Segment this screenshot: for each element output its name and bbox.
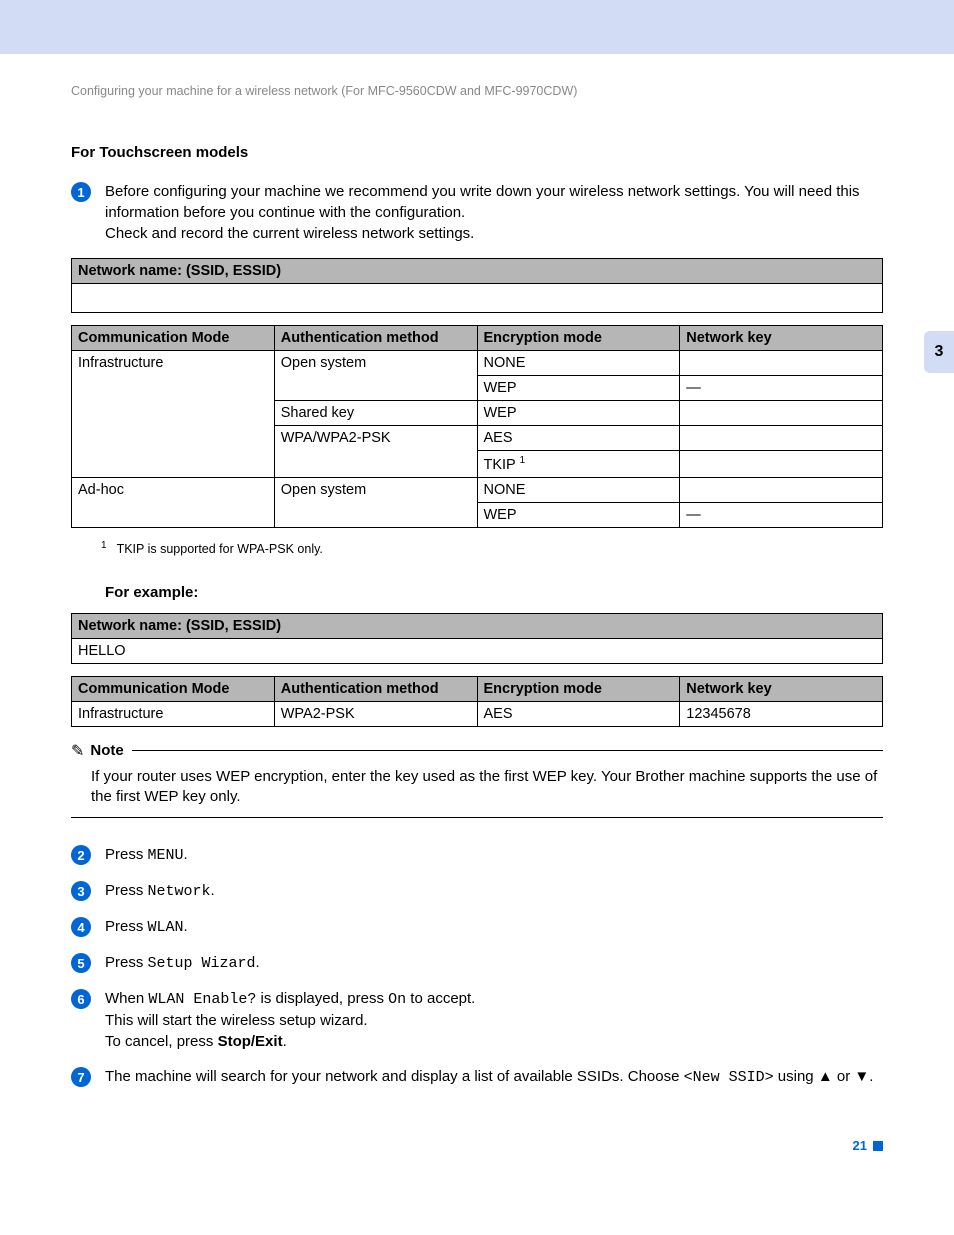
top-band [0, 0, 954, 54]
cell: WPA2-PSK [274, 701, 477, 726]
wlan-enable-label: WLAN Enable? [148, 991, 256, 1008]
cell: WEP [477, 401, 680, 426]
step-number-5: 5 [71, 953, 91, 973]
cell: — [680, 502, 883, 527]
new-ssid-label: <New SSID> [684, 1069, 774, 1086]
setup-wizard-label: Setup Wizard [148, 955, 256, 972]
cell: Open system [274, 477, 477, 527]
cell [680, 351, 883, 376]
ssid-table-example: Network name: (SSID, ESSID) HELLO [71, 613, 883, 664]
step-6: 6 When WLAN Enable? is displayed, press … [71, 988, 883, 1052]
note-block: ✎ Note If your router uses WEP encryptio… [71, 741, 883, 819]
step6-line2: This will start the wireless setup wizar… [105, 1012, 368, 1029]
down-arrow-icon: ▼ [854, 1068, 869, 1085]
cell: Infrastructure [72, 351, 275, 478]
cell: AES [477, 426, 680, 451]
cell: Ad-hoc [72, 477, 275, 527]
ssid-value-ex: HELLO [72, 638, 883, 663]
note-rule-bottom [71, 817, 883, 818]
cell: NONE [477, 351, 680, 376]
cell-tkip: TKIP 1 [477, 451, 680, 478]
step-4: 4 Press WLAN. [71, 916, 883, 938]
cell: WPA/WPA2-PSK [274, 426, 477, 478]
col-auth-ex: Authentication method [274, 676, 477, 701]
step-number-3: 3 [71, 881, 91, 901]
step-1: 1 Before configuring your machine we rec… [71, 181, 883, 244]
note-text: If your router uses WEP encryption, ente… [91, 767, 883, 808]
settings-table-example: Communication Mode Authentication method… [71, 676, 883, 727]
wlan-button-label: WLAN [148, 919, 184, 936]
col-enc-ex: Encryption mode [477, 676, 680, 701]
step1-text2: Check and record the current wireless ne… [105, 225, 474, 242]
step-number-1: 1 [71, 182, 91, 202]
up-arrow-icon: ▲ [818, 1068, 833, 1085]
cell: — [680, 376, 883, 401]
note-icon: ✎ [71, 741, 84, 761]
cell: Open system [274, 351, 477, 401]
page-content: Configuring your machine for a wireless … [71, 54, 883, 1153]
step-number-2: 2 [71, 845, 91, 865]
step1-text1: Before configuring your machine we recom… [105, 183, 860, 221]
heading-touchscreen: For Touchscreen models [71, 144, 883, 161]
breadcrumb: Configuring your machine for a wireless … [71, 84, 883, 98]
page-tick-icon [873, 1141, 883, 1151]
cell [680, 401, 883, 426]
cell: Infrastructure [72, 701, 275, 726]
step-2: 2 Press MENU. [71, 844, 883, 866]
ssid-header-ex: Network name: (SSID, ESSID) [72, 613, 883, 638]
step-3: 3 Press Network. [71, 880, 883, 902]
network-button-label: Network [148, 883, 211, 900]
cell: WEP [477, 376, 680, 401]
step-number-6: 6 [71, 989, 91, 1009]
cell [680, 477, 883, 502]
col-comm-mode-ex: Communication Mode [72, 676, 275, 701]
ssid-table-blank: Network name: (SSID, ESSID) [71, 258, 883, 313]
for-example-heading: For example: [105, 584, 883, 601]
menu-button-label: MENU [148, 847, 184, 864]
step-number-4: 4 [71, 917, 91, 937]
col-key: Network key [680, 326, 883, 351]
cell: WEP [477, 502, 680, 527]
col-auth: Authentication method [274, 326, 477, 351]
ssid-blank-cell [72, 284, 883, 313]
step-5: 5 Press Setup Wizard. [71, 952, 883, 974]
note-label: Note [90, 742, 123, 759]
note-rule-top [132, 750, 883, 751]
cell: NONE [477, 477, 680, 502]
chapter-tab: 3 [924, 331, 954, 373]
col-key-ex: Network key [680, 676, 883, 701]
ssid-header: Network name: (SSID, ESSID) [72, 259, 883, 284]
cell: 12345678 [680, 701, 883, 726]
col-enc: Encryption mode [477, 326, 680, 351]
step-number-7: 7 [71, 1067, 91, 1087]
cell: Shared key [274, 401, 477, 426]
page-number: 21 [853, 1138, 867, 1153]
col-comm-mode: Communication Mode [72, 326, 275, 351]
on-label: On [388, 991, 406, 1008]
cell: AES [477, 701, 680, 726]
step-7: 7 The machine will search for your netwo… [71, 1066, 883, 1088]
cell [680, 426, 883, 451]
stop-exit-label: Stop/Exit [218, 1033, 283, 1050]
footnote-1: 1TKIP is supported for WPA-PSK only. [101, 540, 883, 556]
settings-table-blank: Communication Mode Authentication method… [71, 325, 883, 528]
cell [680, 451, 883, 478]
page-number-wrap: 21 [71, 1138, 883, 1153]
